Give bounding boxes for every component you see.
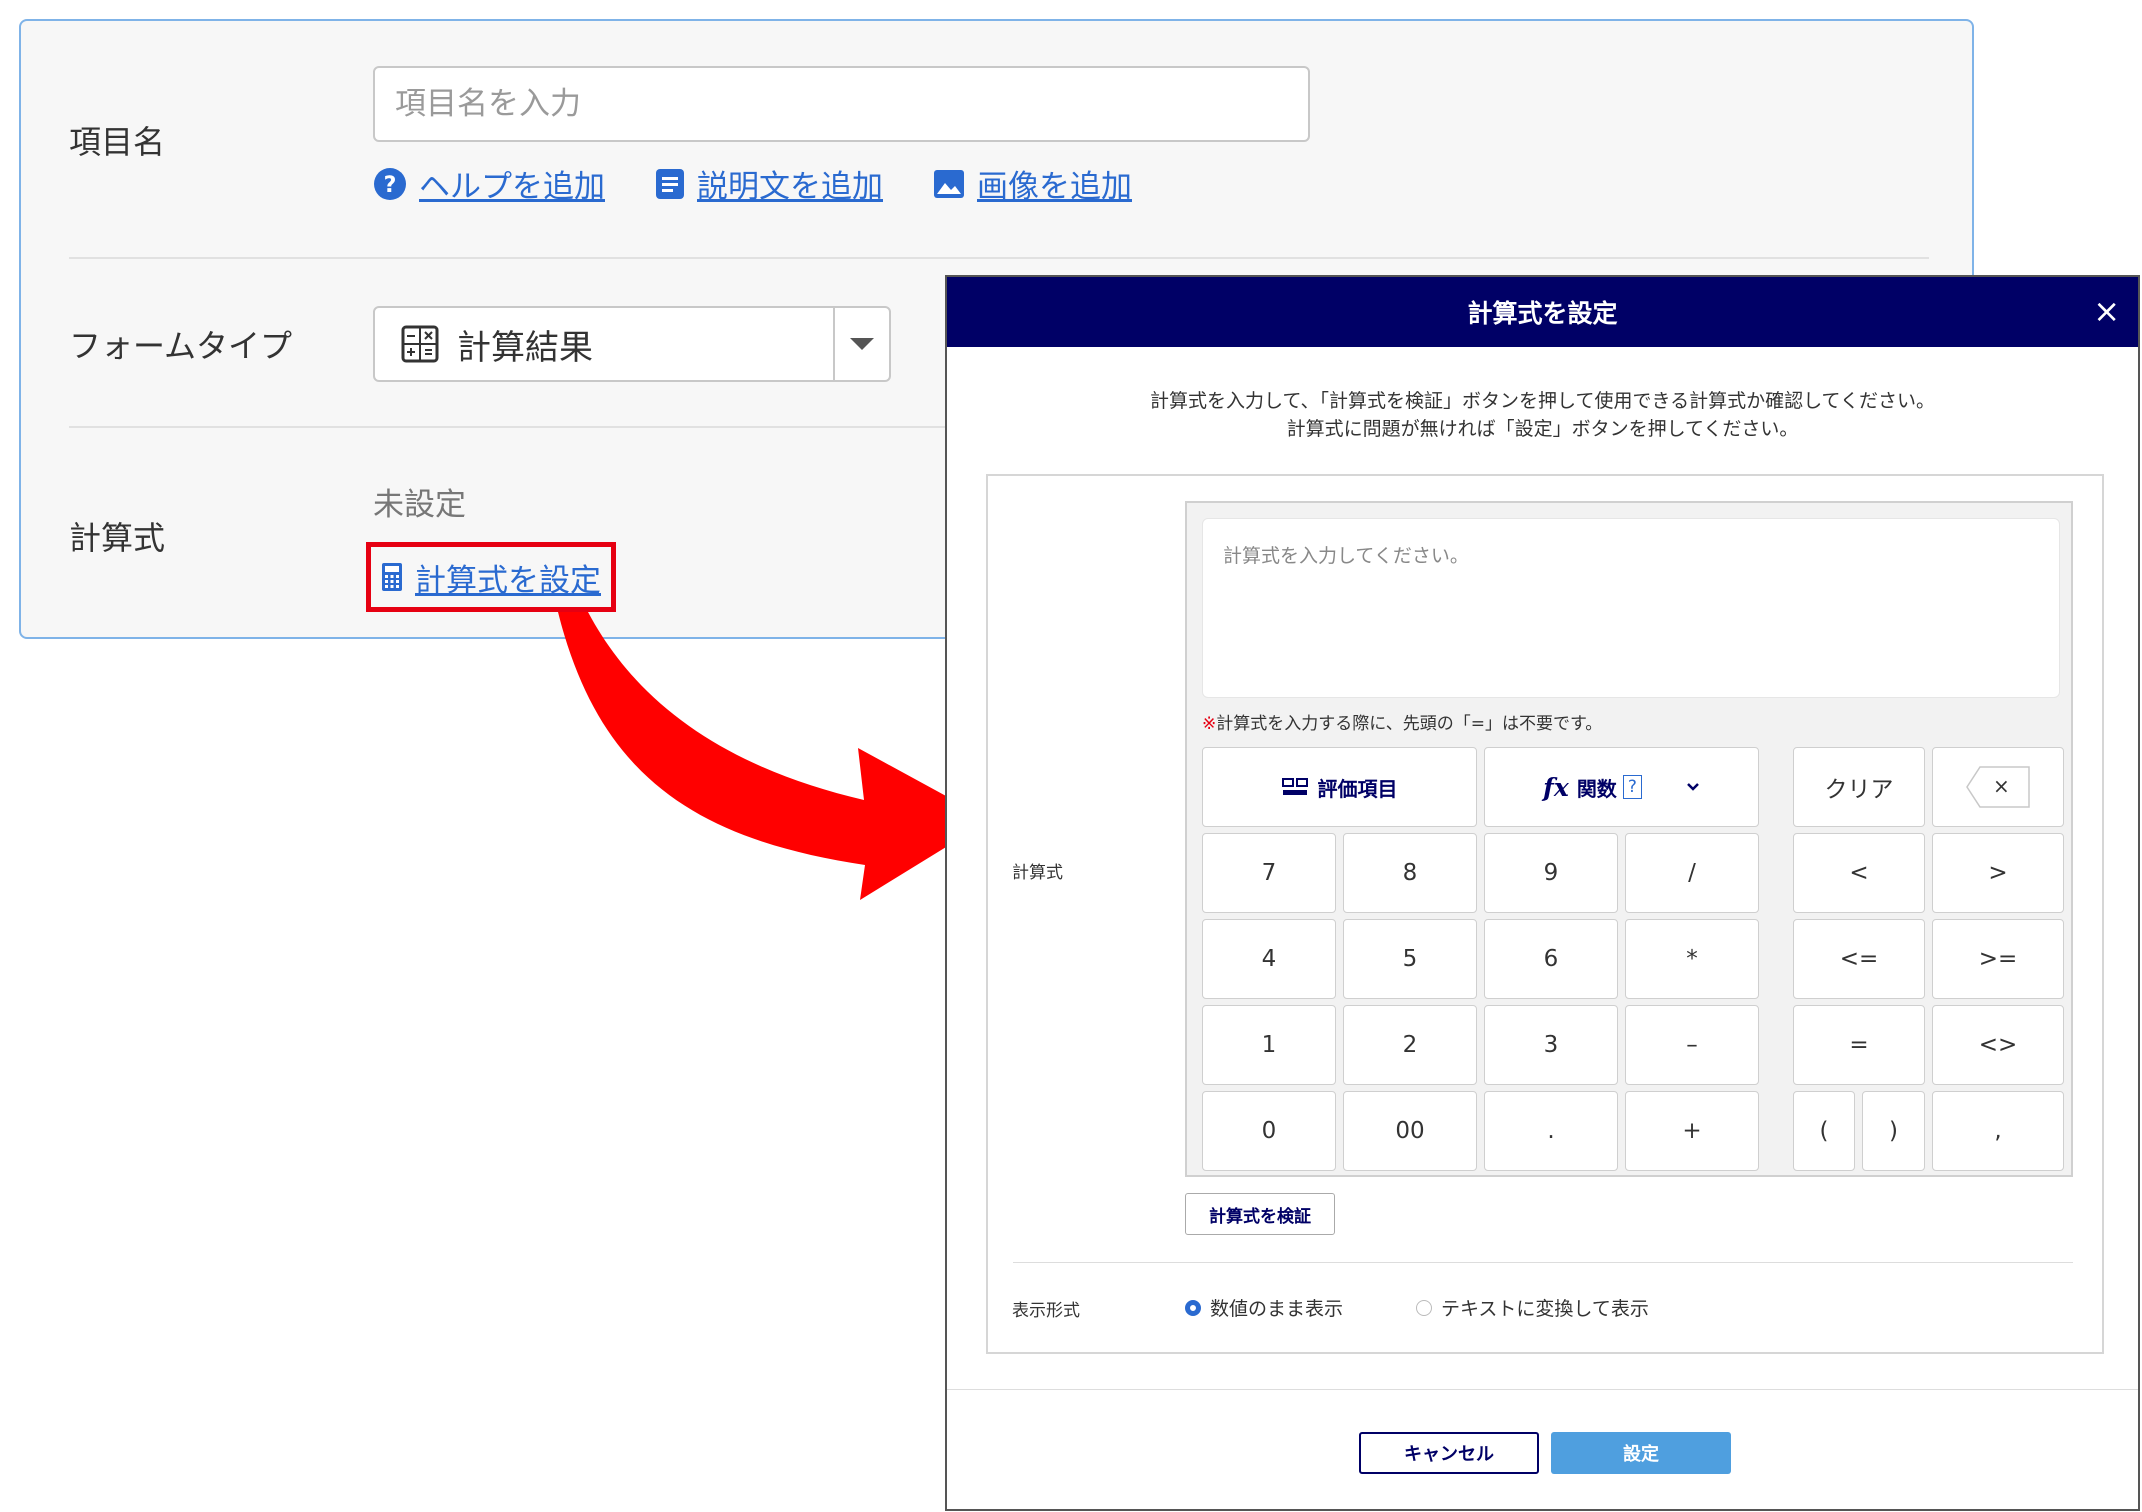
key-4[interactable]: 4 xyxy=(1202,919,1336,999)
key-not-equal[interactable]: <> xyxy=(1932,1005,2064,1085)
fields-icon xyxy=(1281,778,1308,796)
key-5[interactable]: 5 xyxy=(1343,919,1477,999)
close-icon[interactable]: × xyxy=(2093,291,2120,331)
cancel-button[interactable]: キャンセル xyxy=(1359,1432,1539,1474)
display-option-text[interactable]: テキストに変換して表示 xyxy=(1416,1294,1649,1321)
key-00[interactable]: 00 xyxy=(1343,1091,1477,1171)
key-less-than[interactable]: < xyxy=(1793,833,1925,913)
key-3[interactable]: 3 xyxy=(1484,1005,1618,1085)
key-comma[interactable]: , xyxy=(1932,1091,2064,1171)
function-help-icon[interactable]: ? xyxy=(1622,775,1642,799)
set-button[interactable]: 設定 xyxy=(1551,1432,1731,1474)
key-minus[interactable]: – xyxy=(1625,1005,1759,1085)
display-option-number-text: 数値のまま表示 xyxy=(1210,1298,1344,1320)
footer-divider xyxy=(947,1389,2138,1390)
key-0[interactable]: 0 xyxy=(1202,1091,1336,1171)
radio-unselected[interactable] xyxy=(1416,1299,1432,1316)
eval-item-label: 評価項目 xyxy=(1317,776,1398,801)
key-greater-than[interactable]: > xyxy=(1932,833,2064,913)
key-9[interactable]: 9 xyxy=(1484,833,1618,913)
key-6[interactable]: 6 xyxy=(1484,919,1618,999)
function-button[interactable]: fx 関数 ? xyxy=(1484,747,1759,827)
formula-field-label: 計算式 xyxy=(1012,863,1063,883)
clear-button[interactable]: クリア xyxy=(1793,747,1925,827)
display-option-number[interactable]: 数値のまま表示 xyxy=(1185,1294,1343,1321)
key-1[interactable]: 1 xyxy=(1202,1005,1336,1085)
key-8[interactable]: 8 xyxy=(1343,833,1477,913)
key-greater-equal[interactable]: >= xyxy=(1932,919,2064,999)
key-left-paren[interactable]: ( xyxy=(1793,1091,1855,1171)
key-plus[interactable]: + xyxy=(1625,1091,1759,1171)
key-multiply[interactable]: * xyxy=(1625,919,1759,999)
key-right-paren[interactable]: ) xyxy=(1862,1091,1925,1171)
instructions: 計算式を入力して、「計算式を検証」ボタンを押して使用できる計算式か確認してくださ… xyxy=(947,387,2138,443)
backspace-x: × xyxy=(1993,774,2010,798)
chevron-down-icon xyxy=(1686,782,1700,792)
formula-note: ※計算式を入力する際に、先頭の「=」は不要です。 xyxy=(1202,709,1602,734)
display-option-text-text: テキストに変換して表示 xyxy=(1441,1298,1649,1320)
key-equal[interactable]: = xyxy=(1793,1005,1925,1085)
instruction-line-1: 計算式を入力して、「計算式を検証」ボタンを押して使用できる計算式か確認してくださ… xyxy=(1150,390,1935,412)
eval-item-button[interactable]: 評価項目 xyxy=(1202,747,1477,827)
verify-formula-button[interactable]: 計算式を検証 xyxy=(1185,1193,1335,1235)
modal-content-box: 計算式 ※計算式を入力する際に、先頭の「=」は不要です。 評価項目 fx 関数 … xyxy=(986,474,2104,1354)
key-dot[interactable]: . xyxy=(1484,1091,1618,1171)
key-7[interactable]: 7 xyxy=(1202,833,1336,913)
key-divide[interactable]: / xyxy=(1625,833,1759,913)
backspace-button[interactable]: × xyxy=(1932,747,2064,827)
divider xyxy=(1013,1262,2073,1263)
key-2[interactable]: 2 xyxy=(1343,1005,1477,1085)
note-text: 計算式を入力する際に、先頭の「=」は不要です。 xyxy=(1216,714,1603,734)
modal-header: 計算式を設定 × xyxy=(947,277,2138,347)
function-label: 関数 xyxy=(1576,776,1617,801)
radio-selected[interactable] xyxy=(1185,1299,1201,1316)
formula-modal: 計算式を設定 × 計算式を入力して、「計算式を検証」ボタンを押して使用できる計算… xyxy=(945,275,2140,1511)
formula-input[interactable] xyxy=(1202,518,2060,698)
modal-title: 計算式を設定 xyxy=(1467,299,1618,328)
note-mark: ※ xyxy=(1202,714,1217,734)
function-icon: fx xyxy=(1543,772,1569,802)
display-format-label: 表示形式 xyxy=(1012,1301,1080,1321)
instruction-line-2: 計算式に問題が無ければ「設定」ボタンを押してください。 xyxy=(1286,418,1799,440)
key-less-equal[interactable]: <= xyxy=(1793,919,1925,999)
calculator-area: ※計算式を入力する際に、先頭の「=」は不要です。 評価項目 fx 関数 ? クリ… xyxy=(1185,501,2073,1177)
